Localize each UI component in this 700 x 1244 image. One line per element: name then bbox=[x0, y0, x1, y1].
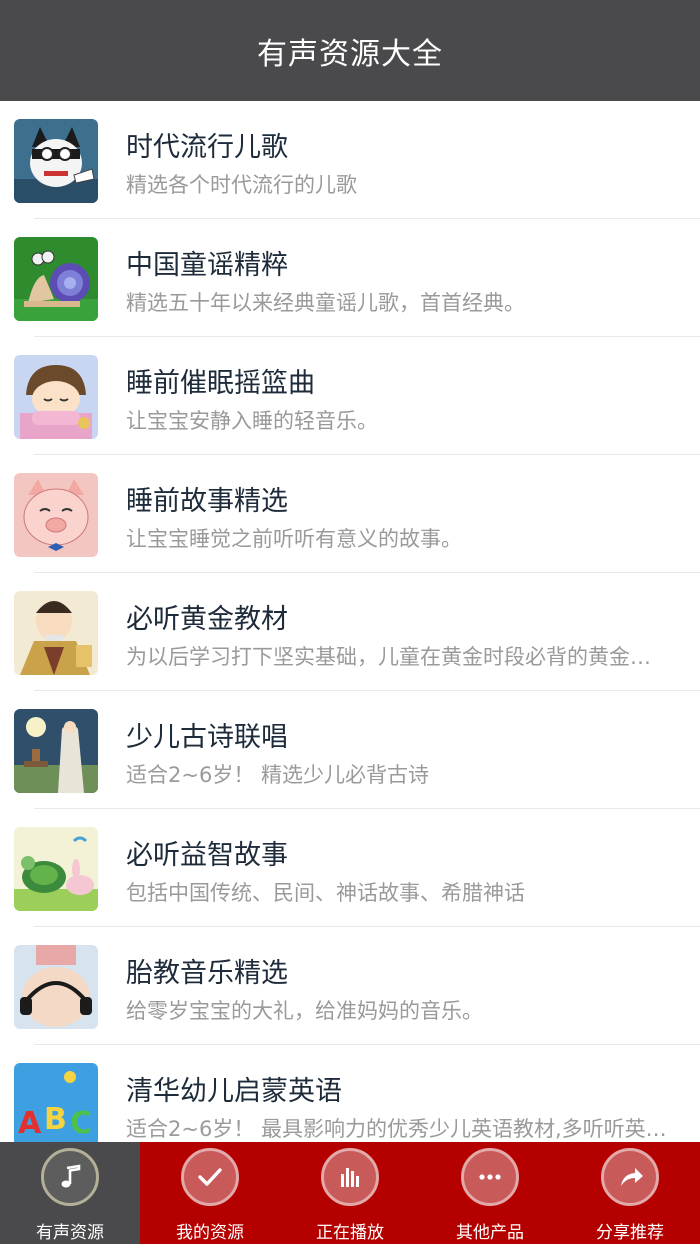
music-note-icon bbox=[61, 1164, 81, 1188]
item-title: 时代流行儿歌 bbox=[126, 132, 288, 163]
item-subtitle: 精选各个时代流行的儿歌 bbox=[126, 173, 357, 197]
nav-bar: 有声资源大全 bbox=[0, 0, 700, 101]
checkmark-icon-circle bbox=[181, 1148, 239, 1206]
svg-text:A: A bbox=[18, 1106, 42, 1141]
pregnant-belly-headphones-thumbnail bbox=[14, 945, 98, 1029]
tab-label: 正在播放 bbox=[316, 1223, 384, 1243]
list-item[interactable]: 胎教音乐精选 给零岁宝宝的大礼，给准妈妈的音乐。 bbox=[0, 927, 700, 1045]
item-title: 睡前故事精选 bbox=[126, 486, 288, 517]
item-subtitle: 精选五十年以来经典童谣儿歌，首首经典。 bbox=[126, 291, 525, 315]
abc-blocks-thumbnail: A B C bbox=[14, 1063, 98, 1142]
item-subtitle: 为以后学习打下坚实基础，儿童在黄金时段必背的黄金教材 bbox=[126, 645, 671, 669]
item-subtitle: 让宝宝睡觉之前听听有意义的故事。 bbox=[126, 527, 462, 551]
list-item[interactable]: 少儿古诗联唱 适合2~6岁！ 精选少儿必背古诗 bbox=[0, 691, 700, 809]
tab-label: 有声资源 bbox=[36, 1223, 104, 1243]
item-subtitle: 让宝宝安静入睡的轻音乐。 bbox=[126, 409, 378, 433]
list-item[interactable]: 时代流行儿歌 精选各个时代流行的儿歌 bbox=[0, 101, 700, 219]
item-subtitle: 适合2~6岁！ 精选少儿必背古诗 bbox=[126, 763, 429, 787]
list-item[interactable]: 必听益智故事 包括中国传统、民间、神话故事、希腊神话 bbox=[0, 809, 700, 927]
resource-list[interactable]: 时代流行儿歌 精选各个时代流行的儿歌 中国童谣精粹 精选五十年以来经典童谣儿歌，… bbox=[0, 101, 700, 1142]
equalizer-bars-icon bbox=[341, 1168, 359, 1187]
ancient-scholar-thumbnail bbox=[14, 591, 98, 675]
list-item[interactable]: 睡前催眠摇篮曲 让宝宝安静入睡的轻音乐。 bbox=[0, 337, 700, 455]
tab-label: 其他产品 bbox=[456, 1223, 524, 1243]
more-dots-icon bbox=[479, 1174, 501, 1180]
item-title: 必听益智故事 bbox=[126, 840, 288, 871]
page-title: 有声资源大全 bbox=[257, 36, 443, 72]
tab-share-recommend[interactable]: 分享推荐 bbox=[560, 1142, 700, 1244]
snail-thumbnail bbox=[14, 237, 98, 321]
item-subtitle: 适合2~6岁！ 最具影响力的优秀少儿英语教材,多听听英语启蒙 bbox=[126, 1117, 671, 1141]
list-item[interactable]: 必听黄金教材 为以后学习打下坚实基础，儿童在黄金时段必背的黄金教材 bbox=[0, 573, 700, 691]
tab-now-playing[interactable]: 正在播放 bbox=[280, 1142, 420, 1244]
turtle-and-rabbit-thumbnail bbox=[14, 827, 98, 911]
tab-label: 我的资源 bbox=[176, 1223, 244, 1243]
item-title: 少儿古诗联唱 bbox=[126, 722, 288, 753]
pig-thumbnail bbox=[14, 473, 98, 557]
item-subtitle: 包括中国传统、民间、神话故事、希腊神话 bbox=[126, 881, 525, 905]
checkmark-icon bbox=[198, 1168, 222, 1186]
tab-my-resources[interactable]: 我的资源 bbox=[140, 1142, 280, 1244]
item-subtitle: 给零岁宝宝的大礼，给准妈妈的音乐。 bbox=[126, 999, 483, 1023]
item-title: 睡前催眠摇篮曲 bbox=[126, 368, 315, 399]
item-title: 必听黄金教材 bbox=[126, 604, 288, 635]
item-title: 胎教音乐精选 bbox=[126, 958, 288, 989]
equalizer-bars-icon-circle bbox=[321, 1148, 379, 1206]
list-item[interactable]: A B C 清华幼儿启蒙英语 适合2~6岁！ 最具影响力的优秀少儿英语教材,多听… bbox=[0, 1045, 700, 1142]
share-arrow-icon bbox=[621, 1168, 643, 1186]
sleeping-child-thumbnail bbox=[14, 355, 98, 439]
item-title: 清华幼儿启蒙英语 bbox=[126, 1076, 342, 1107]
share-arrow-icon-circle bbox=[601, 1148, 659, 1206]
tab-label: 分享推荐 bbox=[596, 1223, 664, 1243]
moonlit-poet-thumbnail bbox=[14, 709, 98, 793]
more-dots-icon-circle bbox=[461, 1148, 519, 1206]
list-item[interactable]: 中国童谣精粹 精选五十年以来经典童谣儿歌，首首经典。 bbox=[0, 219, 700, 337]
tab-audio-resources[interactable]: 有声资源 bbox=[0, 1142, 140, 1244]
tab-other-products[interactable]: 其他产品 bbox=[420, 1142, 560, 1244]
cartoon-cat-detective-thumbnail bbox=[14, 119, 98, 203]
list-item[interactable]: 睡前故事精选 让宝宝睡觉之前听听有意义的故事。 bbox=[0, 455, 700, 573]
svg-text:C: C bbox=[70, 1106, 92, 1141]
tab-bar: 有声资源 我的资源 正在播放 其他产品 分享推荐 bbox=[0, 1142, 700, 1244]
music-note-icon-circle bbox=[41, 1148, 99, 1206]
item-title: 中国童谣精粹 bbox=[126, 250, 288, 281]
svg-text:B: B bbox=[44, 1102, 67, 1137]
